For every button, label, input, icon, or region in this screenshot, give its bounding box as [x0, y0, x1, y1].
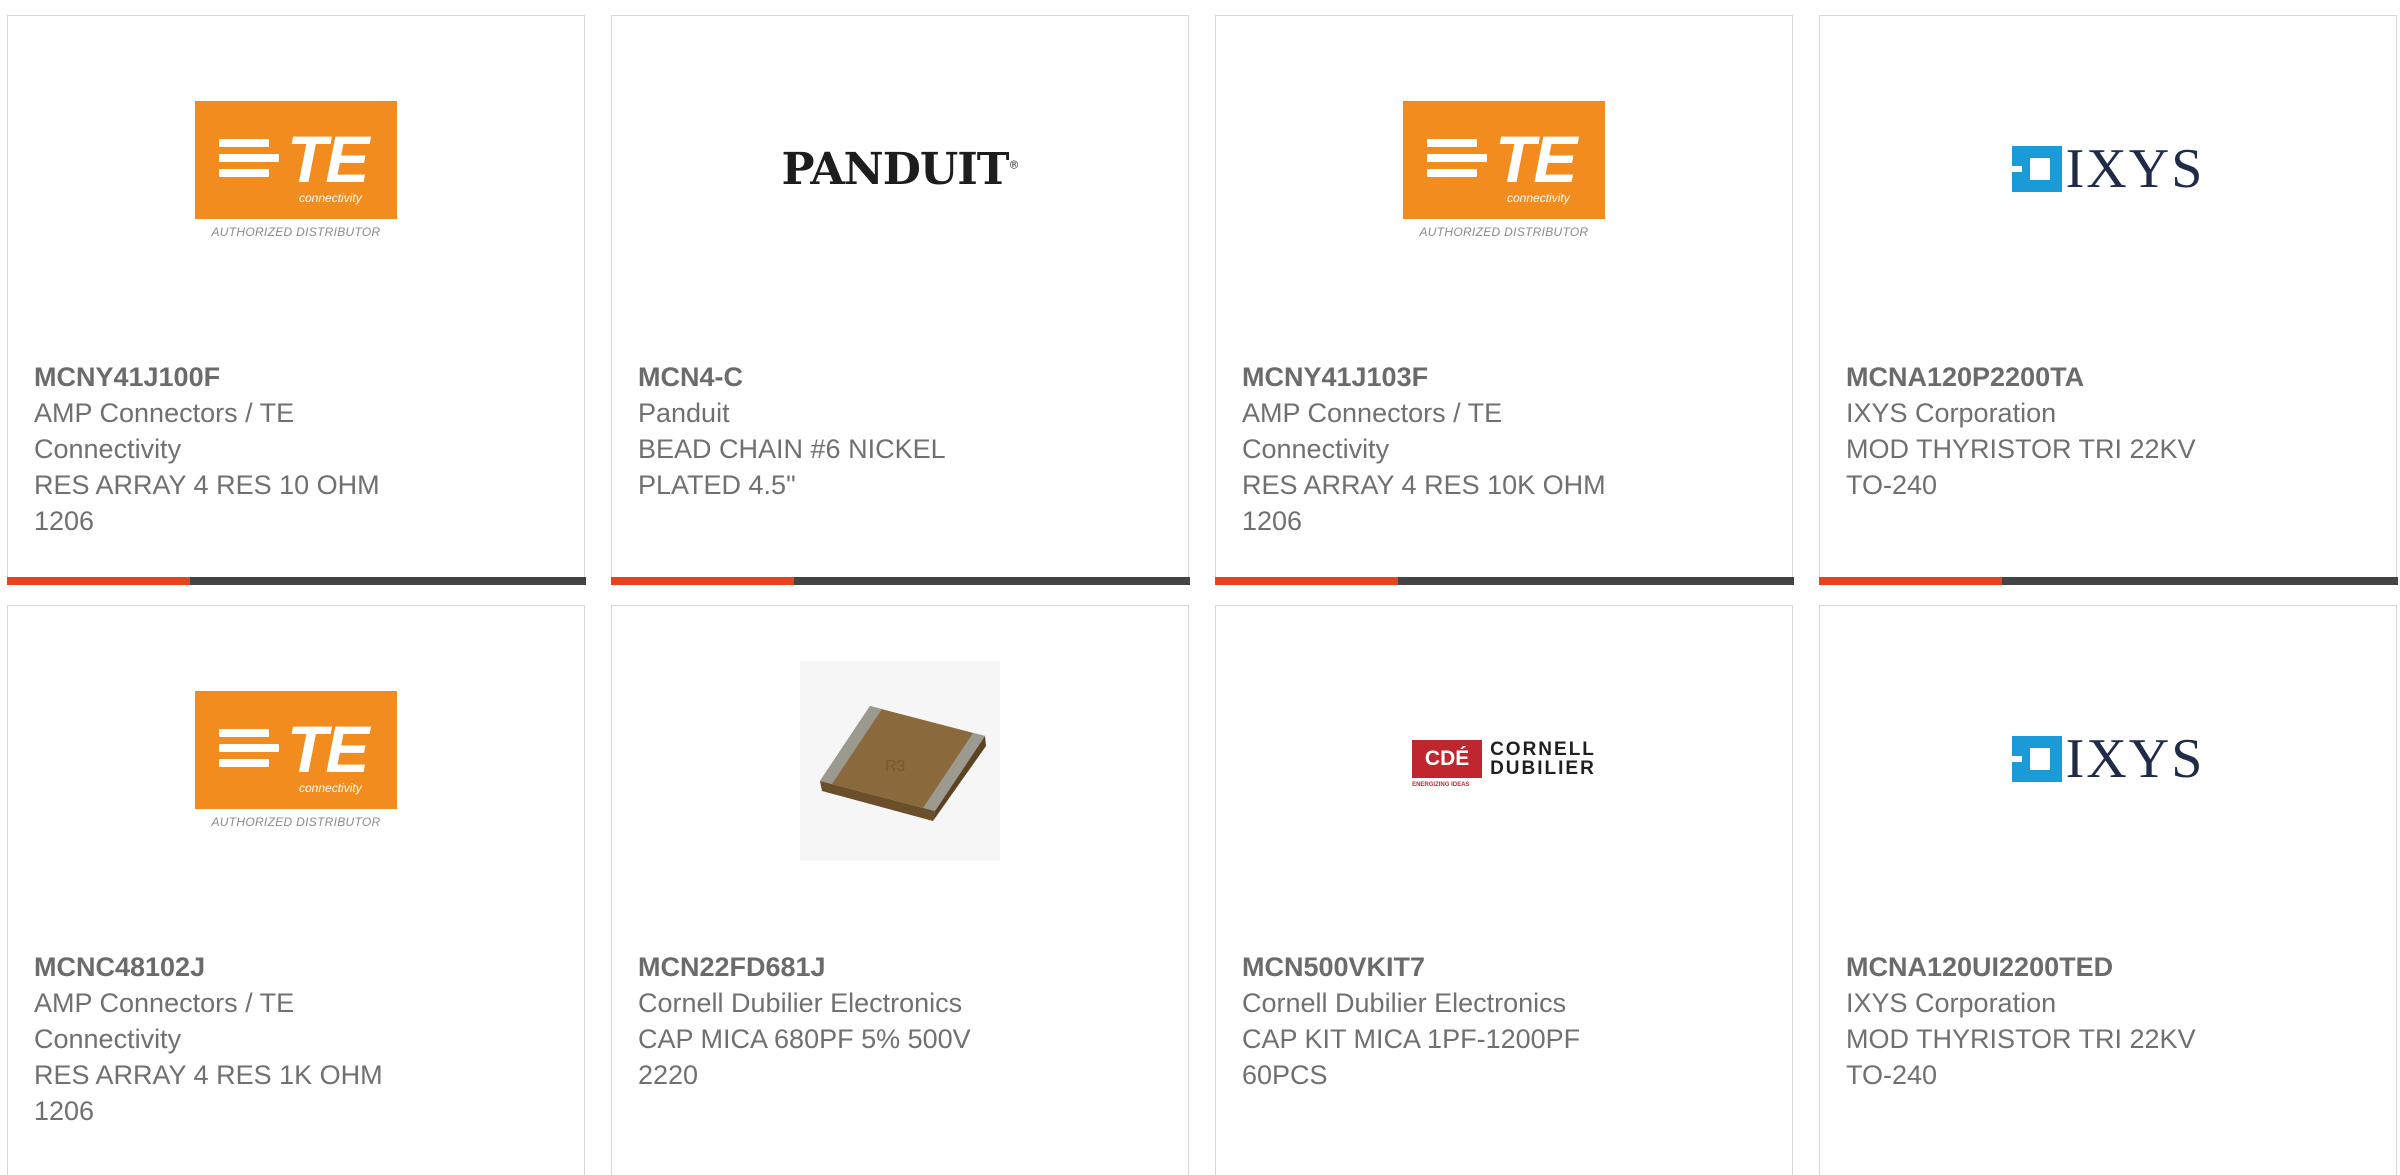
ixys-mark-icon — [2011, 146, 2062, 192]
te-connectivity-logo: TE connectivity AUTHORIZED DISTRIBUTOR — [1403, 101, 1605, 241]
part-number[interactable]: MCNY41J100F — [34, 359, 558, 395]
product-image[interactable]: TE connectivity AUTHORIZED DISTRIBUTOR — [8, 606, 584, 936]
te-connectivity-logo: TE connectivity AUTHORIZED DISTRIBUTOR — [195, 691, 397, 831]
part-number[interactable]: MCN4-C — [638, 359, 1162, 395]
cornell-dubilier-logo: CDÉ ENERGIZING IDEAS CORNELL DUBILIER — [1412, 739, 1596, 788]
product-card[interactable]: TE connectivity AUTHORIZED DISTRIBUTOR M… — [7, 605, 585, 1175]
product-image[interactable]: CDÉ ENERGIZING IDEAS CORNELL DUBILIER — [1216, 606, 1792, 936]
card-bar — [1818, 577, 2398, 585]
part-number[interactable]: MCNA120UI2200TED — [1846, 949, 2370, 985]
product-image[interactable]: IXYS — [1820, 16, 2396, 346]
product-card[interactable]: TE connectivity AUTHORIZED DISTRIBUTOR M… — [6, 15, 586, 585]
description: MOD THYRISTOR TRI 22KV TO-240 — [1846, 434, 2196, 500]
card-bar — [6, 577, 586, 585]
part-number[interactable]: MCN500VKIT7 — [1242, 949, 1766, 985]
manufacturer: AMP Connectors / TE Connectivity — [34, 988, 295, 1054]
product-image[interactable]: R3 — [612, 606, 1188, 936]
product-image[interactable]: IXYS — [1820, 606, 2396, 936]
ixys-logo: IXYS — [2011, 137, 2205, 201]
panduit-logo: PANDUIT® — [781, 143, 1019, 195]
card-bar — [610, 577, 1190, 585]
description: RES ARRAY 4 RES 10 OHM 1206 — [34, 470, 380, 536]
description: MOD THYRISTOR TRI 22KV TO-240 — [1846, 1024, 2196, 1090]
part-number[interactable]: MCNY41J103F — [1242, 359, 1766, 395]
part-number[interactable]: MCNC48102J — [34, 949, 558, 985]
te-connectivity-logo: TE connectivity AUTHORIZED DISTRIBUTOR — [195, 101, 397, 241]
product-card[interactable]: TE connectivity AUTHORIZED DISTRIBUTOR M… — [1214, 15, 1794, 585]
product-image[interactable]: PANDUIT® — [612, 16, 1188, 346]
product-card[interactable]: IXYS MCNA120UI2200TED IXYS Corporation M… — [1819, 605, 2397, 1175]
part-number[interactable]: MCNA120P2200TA — [1846, 359, 2370, 395]
manufacturer: AMP Connectors / TE Connectivity — [34, 398, 295, 464]
capacitor-image: R3 — [800, 661, 1000, 861]
manufacturer: Cornell Dubilier Electronics — [1242, 988, 1567, 1018]
description: CAP MICA 680PF 5% 500V 2220 — [638, 1024, 971, 1090]
product-card[interactable]: IXYS MCNA120P2200TA IXYS Corporation MOD… — [1818, 15, 2398, 585]
product-card[interactable]: CDÉ ENERGIZING IDEAS CORNELL DUBILIER MCN5… — [1215, 605, 1793, 1175]
product-image[interactable]: TE connectivity AUTHORIZED DISTRIBUTOR — [8, 16, 584, 346]
manufacturer: Cornell Dubilier Electronics — [638, 988, 963, 1018]
product-image[interactable]: TE connectivity AUTHORIZED DISTRIBUTOR — [1216, 16, 1792, 346]
manufacturer: Panduit — [638, 398, 730, 428]
manufacturer: IXYS Corporation — [1846, 988, 2057, 1018]
part-number[interactable]: MCN22FD681J — [638, 949, 1162, 985]
product-card[interactable]: PANDUIT® MCN4-C Panduit BEAD CHAIN #6 NI… — [610, 15, 1190, 585]
ixys-mark-icon — [2011, 736, 2062, 782]
product-card[interactable]: R3 MCN22FD681J Cornell Dubilier Electron… — [611, 605, 1189, 1175]
description: RES ARRAY 4 RES 10K OHM 1206 — [1242, 470, 1606, 536]
description: CAP KIT MICA 1PF-1200PF 60PCS — [1242, 1024, 1581, 1090]
description: BEAD CHAIN #6 NICKEL PLATED 4.5" — [638, 434, 945, 500]
description: RES ARRAY 4 RES 1K OHM 1206 — [34, 1060, 383, 1126]
manufacturer: IXYS Corporation — [1846, 398, 2057, 428]
card-bar — [1214, 577, 1794, 585]
manufacturer: AMP Connectors / TE Connectivity — [1242, 398, 1503, 464]
ixys-logo: IXYS — [2011, 727, 2205, 791]
svg-text:R3: R3 — [885, 758, 906, 775]
